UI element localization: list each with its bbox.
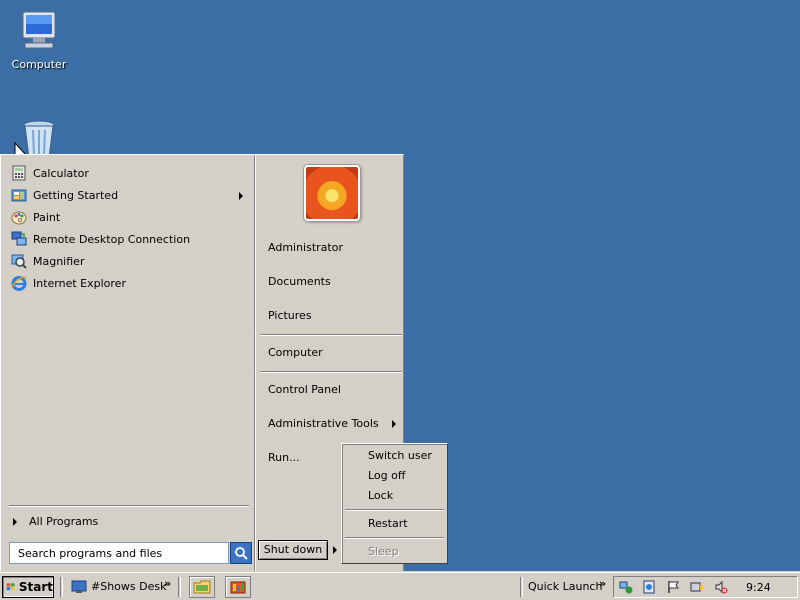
menu-item-restart[interactable]: Restart (368, 517, 408, 530)
desktop-icon-label: Computer (11, 58, 67, 71)
menu-item-log-off[interactable]: Log off (368, 469, 405, 482)
program-item-internet-explorer[interactable]: Internet Explorer (11, 273, 249, 293)
program-item-magnifier[interactable]: Magnifier (11, 251, 249, 271)
separator (260, 334, 402, 336)
menu-item-pictures[interactable]: Pictures (268, 309, 312, 322)
remote-desktop-icon (11, 231, 27, 246)
taskbar: Start #Shows Desk » Quick Launch » 9:24 (0, 572, 800, 600)
program-label: Magnifier (33, 254, 85, 268)
all-programs-button[interactable]: All Programs (13, 515, 98, 528)
shutdown-options-menu: Switch user Log off Lock Restart Sleep (341, 443, 448, 564)
toolbar-grip[interactable] (60, 577, 63, 597)
computer-icon (22, 11, 56, 49)
expand-arrow-icon (13, 517, 17, 526)
separator (345, 537, 444, 539)
program-item-calculator[interactable]: Calculator (11, 163, 249, 183)
separator (345, 509, 444, 511)
program-label: Getting Started (33, 188, 119, 202)
menu-item-run[interactable]: Run... (268, 451, 300, 464)
quick-launch-label[interactable]: Quick Launch (528, 580, 602, 593)
show-desktop-icon (71, 580, 87, 593)
toolbar-grip[interactable] (178, 577, 181, 597)
network-adapter-icon[interactable] (690, 580, 704, 594)
user-picture-avatar[interactable] (304, 165, 360, 221)
submenu-arrow-icon (392, 420, 396, 428)
program-item-paint[interactable]: Paint (11, 207, 249, 227)
program-label: Remote Desktop Connection (33, 232, 191, 246)
program-item-getting-started[interactable]: Getting Started (11, 185, 249, 205)
program-item-remote-desktop[interactable]: Remote Desktop Connection (11, 229, 249, 249)
notification-area: 9:24 (613, 576, 798, 598)
start-menu-programs-pane: Calculator Getting Started Paint Remote … (3, 157, 254, 569)
quick-launch-chevron-icon[interactable]: » (599, 577, 606, 590)
show-desktop-button[interactable]: #Shows Desk (91, 580, 166, 593)
menu-item-documents[interactable]: Documents (268, 275, 331, 288)
shutdown-button[interactable]: Shut down (258, 540, 328, 560)
submenu-arrow-icon (239, 192, 243, 200)
program-label: Calculator (33, 166, 89, 180)
separator (9, 505, 249, 507)
toolbar-grip[interactable] (520, 577, 523, 597)
menu-item-lock[interactable]: Lock (368, 489, 393, 502)
menu-item-administrative-tools[interactable]: Administrative Tools (256, 417, 402, 433)
start-button[interactable]: Start (2, 576, 54, 598)
calculator-icon (12, 165, 26, 181)
search-button[interactable] (230, 542, 252, 564)
folder-icon (193, 580, 211, 594)
server-status-icon[interactable] (642, 580, 656, 594)
menu-item-administrator[interactable]: Administrator (268, 241, 343, 254)
windows-flag-icon (6, 583, 15, 591)
menu-item-switch-user[interactable]: Switch user (368, 449, 432, 462)
desktop-icon-computer[interactable]: Computer (1, 10, 77, 71)
getting-started-icon (11, 189, 27, 202)
volume-muted-icon[interactable] (714, 580, 728, 594)
paint-icon (11, 211, 27, 225)
program-label: Paint (33, 210, 61, 224)
system-clock[interactable]: 9:24 (746, 581, 771, 594)
program-label: Internet Explorer (33, 276, 126, 290)
search-icon (235, 547, 248, 560)
magnifier-icon (11, 254, 27, 269)
action-center-flag-icon[interactable] (666, 580, 680, 594)
search-input[interactable] (9, 542, 229, 564)
menu-item-label: Administrative Tools (268, 417, 379, 430)
quick-launch-explorer-button[interactable] (189, 576, 215, 598)
menu-item-sleep: Sleep (368, 545, 399, 558)
start-label: Start (18, 580, 53, 594)
quick-launch-server-manager-button[interactable] (225, 576, 251, 598)
menu-item-computer[interactable]: Computer (268, 346, 323, 359)
menu-item-control-panel[interactable]: Control Panel (268, 383, 341, 396)
separator (260, 371, 402, 373)
toolbar-overflow-chevron-icon[interactable]: » (164, 577, 171, 590)
internet-explorer-icon (11, 276, 27, 291)
network-icon[interactable] (619, 580, 633, 594)
server-manager-icon (230, 581, 246, 594)
all-programs-label: All Programs (29, 515, 99, 528)
